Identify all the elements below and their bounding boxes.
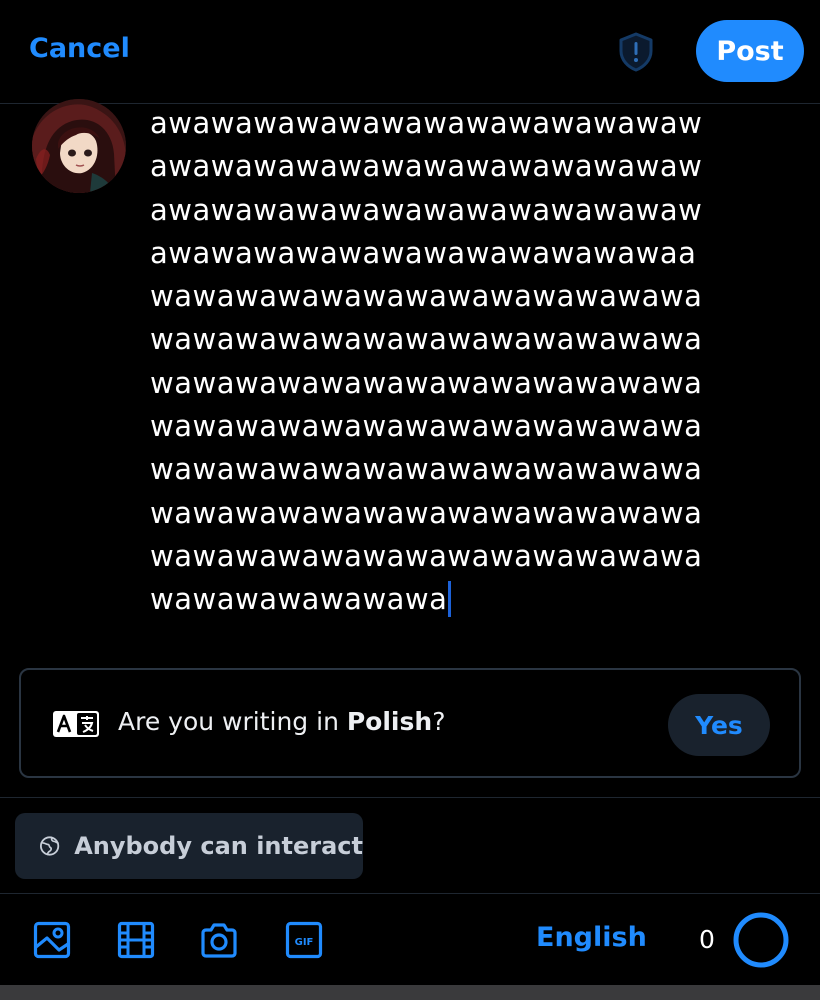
text-line: wawawawawawawawawawawawawa bbox=[150, 322, 703, 357]
keyboard-edge bbox=[0, 985, 820, 1000]
text-line: wawawawawawawawawawawawawa bbox=[150, 495, 703, 530]
text-line-last: wawawawawawawa bbox=[150, 578, 790, 621]
post-text-input[interactable]: awawawawawawawawawawawawaw awawawawawawa… bbox=[150, 102, 790, 622]
text-caret bbox=[448, 581, 452, 618]
text-line: wawawawawawawawawawawawawa bbox=[150, 279, 703, 314]
avatar[interactable] bbox=[32, 99, 126, 193]
yes-button[interactable]: Yes bbox=[668, 694, 770, 756]
divider bbox=[0, 797, 820, 798]
shield-exclamation-icon[interactable] bbox=[614, 30, 658, 74]
language-suggestion-card: Are you writing in Polish? Yes bbox=[19, 668, 801, 778]
post-button[interactable]: Post bbox=[696, 20, 804, 82]
video-icon[interactable] bbox=[117, 920, 155, 960]
camera-icon[interactable] bbox=[200, 920, 238, 960]
text-line: awawawawawawawawawawawawaw bbox=[150, 106, 703, 140]
text-line: wawawawawawawawawawawawawa bbox=[150, 452, 703, 487]
text-line: awawawawawawawawawawawawaa bbox=[150, 235, 697, 270]
cancel-button[interactable]: Cancel bbox=[29, 33, 130, 64]
text-line: awawawawawawawawawawawawaw bbox=[150, 192, 703, 227]
language-question: Are you writing in Polish? bbox=[118, 707, 445, 736]
detected-language: Polish bbox=[346, 707, 433, 736]
divider bbox=[0, 893, 820, 894]
post-language-button[interactable]: English bbox=[536, 922, 647, 953]
question-prefix: Are you writing in bbox=[118, 707, 347, 736]
gif-icon[interactable]: GIF bbox=[285, 920, 323, 960]
text-line: wawawawawawawawawawawawawa bbox=[150, 538, 703, 573]
text-line: wawawawawawawawawawawawawa bbox=[150, 409, 703, 444]
character-count: 0 bbox=[699, 925, 715, 954]
globe-icon bbox=[39, 836, 60, 856]
image-icon[interactable] bbox=[33, 920, 71, 960]
text-line: awawawawawawawawawawawawaw bbox=[150, 149, 703, 184]
interaction-settings-button[interactable]: Anybody can interact bbox=[15, 813, 363, 879]
text-line: wawawawawawawawawawawawawa bbox=[150, 365, 703, 400]
text-line-content: wawawawawawawa bbox=[150, 582, 448, 617]
avatar-image bbox=[32, 99, 126, 193]
svg-text:GIF: GIF bbox=[295, 937, 314, 948]
composer-header: Cancel Post bbox=[0, 0, 820, 104]
question-suffix: ? bbox=[432, 707, 446, 736]
character-limit-ring bbox=[733, 912, 789, 968]
interaction-label: Anybody can interact bbox=[74, 832, 363, 860]
translate-icon bbox=[53, 711, 99, 737]
